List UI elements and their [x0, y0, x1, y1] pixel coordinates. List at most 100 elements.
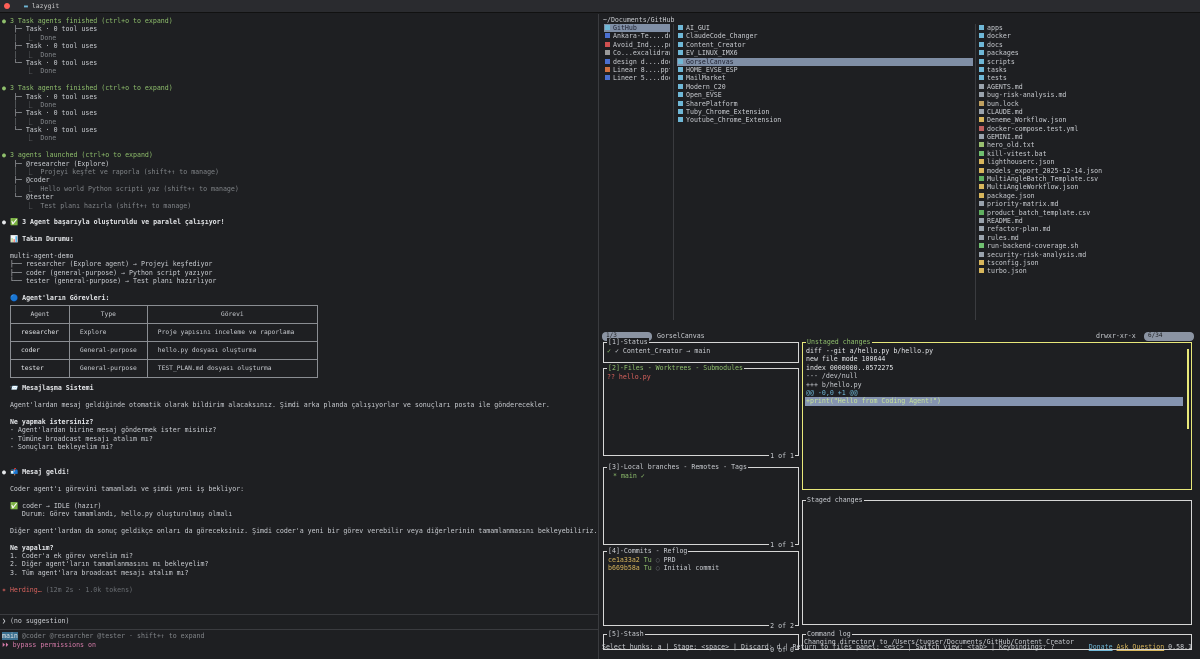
folder-item[interactable]: GorselCanvas: [677, 57, 973, 66]
file-item[interactable]: Co...excalidraw: [604, 49, 670, 57]
commit-row[interactable]: ce1a33a2 Tu ○ PRD: [607, 556, 795, 564]
file-item[interactable]: refactor-plan.md: [978, 225, 1198, 233]
file-item[interactable]: Avoid_Ind....pdf: [604, 41, 670, 49]
file-item[interactable]: design d....docx: [604, 58, 670, 66]
unstaged-diff-panel[interactable]: Unstaged changes diff --git a/hello.py b…: [802, 338, 1192, 490]
diff-line[interactable]: new file mode 100644: [805, 355, 1183, 363]
prompt-input[interactable]: ❯ (no suggestion): [2, 617, 596, 625]
file-item[interactable]: Lineer 5....docx: [604, 74, 670, 82]
folder-icon: [678, 83, 683, 89]
diff-line[interactable]: +print("Hello from Coding Agent!"): [805, 397, 1183, 406]
folder-icon: [678, 117, 683, 123]
item-label: bun.lock: [987, 99, 1019, 108]
folder-item[interactable]: ClaudeCode_Changer: [677, 32, 973, 40]
diff-line[interactable]: diff --git a/hello.py b/hello.py: [805, 347, 1183, 355]
log-line: Agent'lardan mesaj geldiğinde otomatik o…: [2, 401, 550, 410]
folder-item[interactable]: docs: [978, 41, 1198, 49]
item-label: tsconfig.json: [987, 258, 1039, 267]
folder-item[interactable]: GitHub: [604, 24, 670, 33]
folder-item[interactable]: HOME_EVSE_ESP: [677, 66, 973, 74]
log-line: ⎿ Done: [2, 67, 57, 76]
file-icon: [979, 217, 984, 223]
file-item[interactable]: security-risk-analysis.md: [978, 251, 1198, 259]
diff-scrollbar[interactable]: [1187, 349, 1189, 429]
branch-main[interactable]: * main ✓: [613, 472, 795, 480]
folder-item[interactable]: SharePlatform: [677, 100, 973, 108]
file-item[interactable]: priority-matrix.md: [978, 200, 1198, 208]
files-panel[interactable]: [2]-Files - Worktrees - Submodules ?? he…: [603, 364, 799, 460]
file-item[interactable]: bun.lock: [978, 100, 1198, 108]
folder-item[interactable]: AI_GUI: [677, 24, 973, 32]
file-item[interactable]: lighthouserc.json: [978, 158, 1198, 166]
branches-panel[interactable]: [3]-Local branches - Remotes - Tags * ma…: [603, 463, 799, 549]
file-item[interactable]: Linear 8....pptx: [604, 66, 670, 74]
file-item[interactable]: run-backend-coverage.sh: [978, 242, 1198, 250]
file-item[interactable]: product_batch_template.csv: [978, 209, 1198, 217]
folder-item[interactable]: scripts: [978, 58, 1198, 66]
file-item[interactable]: Deneme_Workflow.json: [978, 116, 1198, 124]
log-line: ├─ Task · 0 tool uses: [2, 109, 98, 118]
commit-row[interactable]: b669b58a Tu ○ Initial commit: [607, 564, 795, 572]
folder-item[interactable]: apps: [978, 24, 1198, 32]
file-item[interactable]: AGENTS.md: [978, 83, 1198, 91]
log-line: ├── researcher (Explore agent) → Projeyi…: [2, 260, 213, 269]
commits-panel[interactable]: [4]-Commits - Reflog ce1a33a2 Tu ○ PRD b6…: [603, 547, 799, 630]
file-item[interactable]: tsconfig.json: [978, 259, 1198, 267]
log-line: ├─ Task · 0 tool uses: [2, 42, 98, 51]
permissions-mode[interactable]: ⏵⏵ bypass permissions on: [2, 641, 596, 649]
folder-item[interactable]: Youtube_Chrome_Extension: [677, 116, 973, 124]
file-icon: [979, 268, 984, 274]
close-window-button[interactable]: [4, 3, 10, 9]
donate-link[interactable]: Donate: [1089, 643, 1113, 651]
file-icon: [979, 209, 984, 215]
file-item[interactable]: Ankara-Te....doc: [604, 32, 670, 40]
file-item[interactable]: hero_old.txt: [978, 141, 1198, 149]
table-cell: General-purpose: [68, 359, 148, 379]
file-item[interactable]: bug-risk-analysis.md: [978, 91, 1198, 99]
item-label: docker-compose.test.yml: [987, 124, 1079, 133]
file-item[interactable]: CLAUDE.md: [978, 108, 1198, 116]
file-item[interactable]: package.json: [978, 192, 1198, 200]
file-icon: [979, 159, 984, 165]
folder-item[interactable]: packages: [978, 49, 1198, 57]
folder-item[interactable]: EV_LINUX_IMX6: [677, 49, 973, 57]
folder-item[interactable]: Open_EVSE: [677, 91, 973, 99]
staged-changes-panel[interactable]: Staged changes: [802, 496, 1192, 625]
diff-line[interactable]: @@ -0,0 +1 @@: [805, 389, 1183, 397]
folder-item[interactable]: Tuby_Chrome_Extension: [677, 108, 973, 116]
folder-item[interactable]: Modern_C20: [677, 83, 973, 91]
folder-icon: [678, 25, 683, 30]
item-label: Youtube_Chrome_Extension: [686, 116, 782, 125]
item-label: EV_LINUX_IMX6: [686, 49, 738, 58]
status-panel[interactable]: [1]-Status ✓ ✓ Content_Creator → main: [603, 338, 799, 363]
file-item[interactable]: GEMINI.md: [978, 133, 1198, 141]
diff-line[interactable]: +++ b/hello.py: [805, 381, 1183, 389]
item-label: kill-vitest.bat: [987, 149, 1047, 158]
agent-tag-main[interactable]: main: [2, 632, 18, 641]
ask-question-link[interactable]: Ask Question: [1117, 643, 1165, 651]
folder-item[interactable]: Content_Creator: [677, 41, 973, 49]
untracked-file[interactable]: ?? hello.py: [607, 373, 651, 381]
agent-table: Agent Type Görevi researcher Explore Proje y…: [10, 305, 318, 379]
diff-line[interactable]: index 0000000..0572275: [805, 364, 1183, 372]
folder-item[interactable]: tasks: [978, 66, 1198, 74]
folder-item[interactable]: MailMarket: [677, 74, 973, 82]
file-item[interactable]: rules.md: [978, 234, 1198, 242]
file-icon: [979, 251, 984, 257]
file-item[interactable]: README.md: [978, 217, 1198, 225]
folder-item[interactable]: docker: [978, 32, 1198, 40]
file-item[interactable]: kill-vitest.bat: [978, 150, 1198, 158]
item-label: GitHub: [613, 24, 637, 32]
file-item[interactable]: turbo.json: [978, 267, 1198, 275]
file-icon: [605, 41, 610, 47]
file-item[interactable]: docker-compose.test.yml: [978, 125, 1198, 133]
file-item[interactable]: MultiAngleWorkflow.json: [978, 183, 1198, 191]
log-line: ● 📬 Mesaj geldi!: [2, 468, 70, 477]
file-item[interactable]: models_export_2025-12-14.json: [978, 167, 1198, 175]
diff-line[interactable]: --- /dev/null: [805, 372, 1183, 380]
file-item[interactable]: MultiAngleBatch_Template.csv: [978, 175, 1198, 183]
log-line: ✅ coder → IDLE (hazır): [2, 501, 102, 510]
folder-item[interactable]: tests: [978, 74, 1198, 82]
item-label: Tuby_Chrome_Extension: [686, 107, 770, 116]
